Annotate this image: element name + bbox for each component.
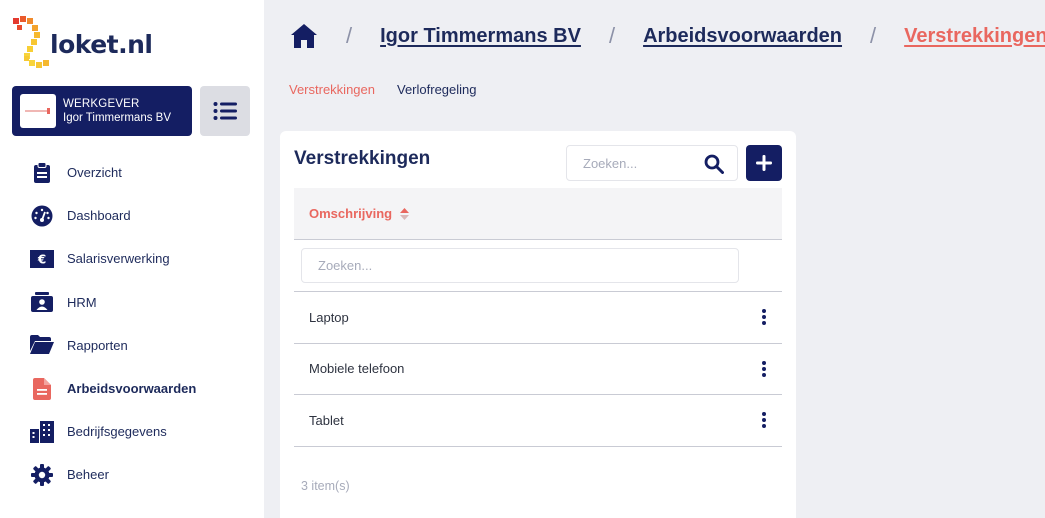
loket-logo-mark-icon [12, 15, 56, 69]
card-title: Verstrekkingen [294, 148, 431, 169]
folder-open-icon [30, 333, 54, 357]
sub-tabs: Verstrekkingen Verlofregeling [289, 82, 499, 97]
sidebar-item-overzicht[interactable]: Overzicht [0, 151, 264, 194]
file-icon [30, 377, 54, 401]
column-header-omschrijving[interactable]: Omschrijving [294, 188, 782, 240]
employer-role: WERKGEVER [63, 98, 140, 110]
id-card-icon [30, 290, 54, 314]
employer-switcher[interactable]: WERKGEVER Igor Timmermans BV [12, 86, 192, 136]
employer-logo [20, 94, 56, 128]
svg-text:€: € [37, 252, 46, 266]
sidebar-item-arbeidsvoorwaarden[interactable]: Arbeidsvoorwaarden [0, 367, 264, 410]
sidebar-item-label: Beheer [67, 467, 109, 483]
table-row[interactable]: Tablet [294, 395, 782, 447]
item-count: 3 item(s) [301, 479, 350, 493]
sidebar-nav: Overzicht Dashboard € Salarisverwerking … [0, 151, 264, 497]
clipboard-icon [30, 161, 54, 185]
gear-icon [30, 463, 54, 487]
employer-text: WERKGEVER Igor Timmermans BV [63, 97, 171, 125]
sidebar-item-label: HRM [67, 294, 97, 310]
sidebar-item-label: Arbeidsvoorwaarden [67, 381, 197, 397]
sidebar-item-label: Rapporten [67, 337, 128, 353]
breadcrumb-arbeidsvoorwaarden[interactable]: Arbeidsvoorwaarden [643, 25, 842, 48]
more-vertical-icon[interactable] [756, 409, 772, 431]
search-icon[interactable] [703, 153, 725, 175]
sidebar-item-dashboard[interactable]: Dashboard [0, 194, 264, 237]
breadcrumb-employer[interactable]: Igor Timmermans BV [380, 25, 581, 48]
logo-text: loket.nl [50, 29, 153, 59]
employer-name: Igor Timmermans BV [63, 112, 171, 124]
sidebar-item-label: Bedrijfsgegevens [67, 424, 167, 440]
row-label: Laptop [309, 309, 349, 325]
breadcrumb-separator: / [870, 23, 877, 48]
table-row[interactable]: Mobiele telefoon [294, 344, 782, 395]
euro-note-icon: € [30, 247, 54, 271]
gauge-icon [30, 204, 54, 228]
sidebar-item-beheer[interactable]: Beheer [0, 453, 264, 496]
tab-verlofregeling[interactable]: Verlofregeling [397, 82, 477, 97]
add-button[interactable] [746, 145, 782, 181]
sidebar-item-label: Dashboard [67, 208, 131, 224]
more-vertical-icon[interactable] [756, 358, 772, 380]
sidebar-item-hrm[interactable]: HRM [0, 281, 264, 324]
building-icon [30, 420, 54, 444]
loket-logo[interactable]: loket.nl [12, 14, 153, 70]
sort-icon [400, 207, 410, 220]
tab-verstrekkingen[interactable]: Verstrekkingen [289, 82, 375, 97]
menu-toggle-button[interactable] [200, 86, 250, 136]
home-icon[interactable] [290, 22, 318, 50]
filter-row [294, 240, 782, 292]
sidebar-item-label: Salarisverwerking [67, 251, 170, 267]
search-input[interactable] [583, 155, 703, 171]
sidebar-item-bedrijfsgegevens[interactable]: Bedrijfsgegevens [0, 410, 264, 453]
plus-icon [756, 155, 772, 171]
sidebar-item-salarisverwerking[interactable]: € Salarisverwerking [0, 237, 264, 280]
column-header-label: Omschrijving [309, 206, 393, 221]
table-row[interactable]: Laptop [294, 292, 782, 344]
sidebar-item-rapporten[interactable]: Rapporten [0, 324, 264, 367]
breadcrumb-verstrekkingen[interactable]: Verstrekkingen [904, 25, 1045, 48]
sidebar: loket.nl WERKGEVER Igor Timmermans BV Ov… [0, 0, 264, 518]
breadcrumb-separator: / [346, 23, 353, 48]
breadcrumb-separator: / [608, 23, 616, 48]
list-icon [213, 102, 237, 120]
verstrekkingen-table: Omschrijving Laptop Mobiele telefoon [294, 188, 782, 447]
search-box [566, 145, 738, 181]
column-filter-input[interactable] [301, 248, 739, 283]
verstrekkingen-card: Verstrekkingen Omschrijving [280, 131, 796, 518]
more-vertical-icon[interactable] [756, 306, 772, 328]
row-label: Tablet [309, 412, 344, 428]
sidebar-item-label: Overzicht [67, 165, 122, 181]
breadcrumb: / Igor Timmermans BV / Arbeidsvoorwaarde… [290, 20, 1045, 52]
row-label: Mobiele telefoon [309, 361, 405, 377]
